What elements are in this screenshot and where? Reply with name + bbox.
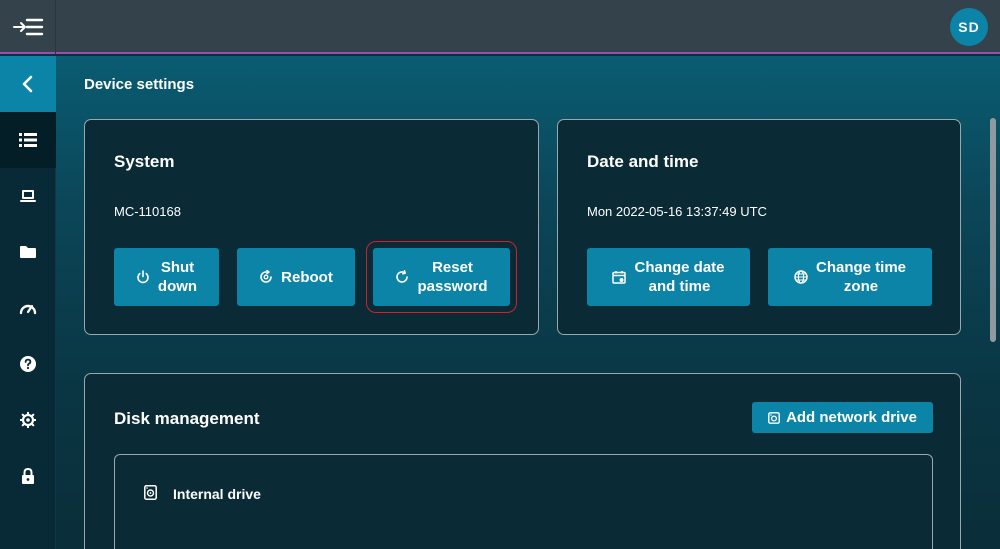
device-id: MC-110168 (114, 204, 181, 219)
reset-password-button[interactable]: Reset password (373, 248, 510, 306)
sidebar-item-help[interactable] (0, 336, 56, 392)
add-network-drive-button[interactable]: Add network drive (752, 402, 933, 433)
reboot-button[interactable]: Reboot (237, 248, 355, 306)
main-content: Device settings System MC-110168 Shut do… (56, 56, 1000, 549)
sidebar-item-settings[interactable] (0, 392, 56, 448)
datetime-title: Date and time (587, 152, 699, 171)
sidebar (0, 56, 56, 549)
network-drive-icon (768, 411, 780, 424)
shutdown-label: Shut down (157, 259, 198, 295)
hard-drive-icon (144, 485, 157, 505)
add-network-drive-label: Add network drive (786, 409, 917, 426)
disk-management-card: Disk management Add network drive Intern… (84, 373, 961, 549)
sidebar-item-device[interactable] (0, 168, 56, 224)
lock-icon (22, 468, 34, 484)
shutdown-button[interactable]: Shut down (114, 248, 219, 306)
reboot-label: Reboot (281, 268, 333, 286)
speedometer-icon (19, 304, 37, 315)
sidebar-item-device-settings[interactable] (0, 112, 56, 168)
list-icon (19, 133, 37, 147)
top-bar: SD (0, 0, 1000, 54)
system-card: System MC-110168 Shut down Reboot Reset … (84, 119, 539, 335)
sidebar-item-back[interactable] (0, 56, 56, 112)
change-timezone-button[interactable]: Change time zone (768, 248, 932, 306)
globe-icon (794, 270, 808, 284)
calendar-icon (612, 270, 627, 284)
change-datetime-label: Change date and time (634, 259, 725, 295)
disk-title: Disk management (114, 409, 260, 428)
refresh-icon (395, 270, 409, 284)
system-title: System (114, 152, 175, 171)
internal-drive-card: Internal drive (114, 454, 933, 549)
current-datetime: Mon 2022-05-16 13:37:49 UTC (587, 204, 767, 219)
scrollbar[interactable] (990, 118, 996, 342)
laptop-icon (20, 190, 36, 202)
chevron-left-icon (22, 75, 33, 93)
datetime-card: Date and time Mon 2022-05-16 13:37:49 UT… (557, 119, 961, 335)
change-timezone-label: Change time zone (815, 259, 906, 295)
page-title: Device settings (84, 76, 195, 93)
folder-icon (20, 246, 36, 258)
help-icon (20, 356, 36, 372)
menu-collapse-icon (12, 18, 43, 36)
menu-toggle-button[interactable] (0, 0, 56, 54)
avatar[interactable]: SD (950, 8, 988, 46)
change-datetime-button[interactable]: Change date and time (587, 248, 750, 306)
sidebar-item-lock[interactable] (0, 448, 56, 504)
sidebar-item-files[interactable] (0, 224, 56, 280)
reset-password-label: Reset password (417, 259, 488, 295)
reboot-icon (259, 270, 273, 284)
sidebar-item-performance[interactable] (0, 280, 56, 336)
internal-drive-label: Internal drive (173, 486, 261, 502)
power-icon (136, 270, 150, 284)
gear-icon (20, 412, 36, 428)
